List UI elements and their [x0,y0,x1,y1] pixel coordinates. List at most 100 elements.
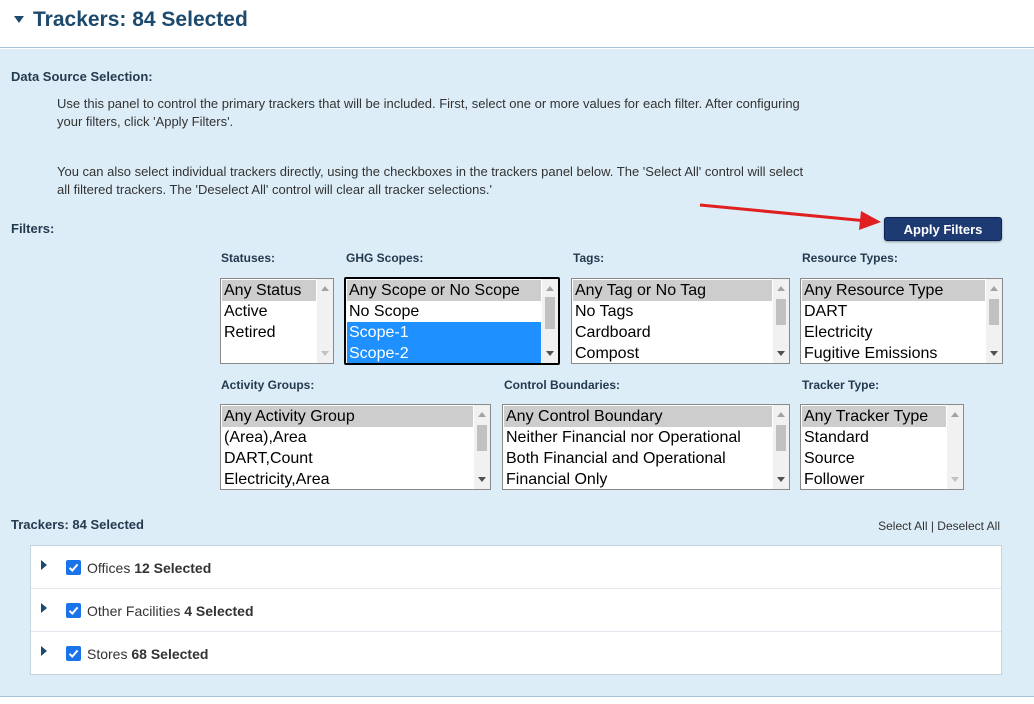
selection-links: Select All | Deselect All [878,519,1000,533]
scroll-up-icon[interactable] [990,286,998,291]
resource-types-label: Resource Types: [802,251,898,265]
listbox-option[interactable]: Neither Financial nor Operational [504,427,772,448]
listbox-scrollbar[interactable] [773,405,789,489]
listbox-option[interactable]: Fugitive Emissions [802,343,985,363]
scroll-thumb[interactable] [776,425,786,451]
data-source-label: Data Source Selection: [11,69,153,84]
section-title: Trackers: 84 Selected [33,8,248,31]
collapse-caret-icon[interactable] [14,16,24,23]
tracker-group-row[interactable]: Offices 12 Selected [31,546,1001,589]
listbox-scrollbar[interactable] [986,279,1002,363]
checkbox-checked-icon[interactable] [66,603,81,618]
listbox-option[interactable]: Any Resource Type [802,280,985,301]
ghg-scopes-label: GHG Scopes: [346,251,424,265]
resource-types-listbox[interactable]: Any Resource Type DART Electricity Fugit… [800,278,1003,364]
listbox-option[interactable]: Any Scope or No Scope [347,280,541,301]
scroll-up-icon[interactable] [321,286,329,291]
tracker-group-name: Other Facilities 4 Selected [87,603,254,619]
deselect-all-link[interactable]: Deselect All [937,519,1000,533]
instructions-paragraph-1: Use this panel to control the primary tr… [57,95,800,131]
listbox-option[interactable]: Any Tag or No Tag [573,280,772,301]
group-label: Stores [87,646,128,662]
listbox-option-selected[interactable]: Scope-2 [347,343,541,363]
control-boundaries-label: Control Boundaries: [504,378,620,392]
scroll-thumb[interactable] [776,299,786,325]
listbox-option[interactable]: Any Activity Group [222,406,473,427]
tags-label: Tags: [573,251,605,265]
tracker-type-listbox[interactable]: Any Tracker Type Standard Source Followe… [800,404,964,490]
scroll-up-icon[interactable] [546,286,554,291]
instructions-line: Use this panel to control the primary tr… [57,96,800,111]
listbox-scrollbar[interactable] [474,405,490,489]
expand-triangle-icon[interactable] [41,560,47,570]
scroll-down-icon[interactable] [321,351,329,356]
scroll-up-icon[interactable] [478,412,486,417]
apply-filters-button[interactable]: Apply Filters [884,217,1002,241]
statuses-listbox[interactable]: Any Status Active Retired [220,278,334,364]
listbox-option[interactable]: DART [802,301,985,322]
filter-panel: Data Source Selection: Use this panel to… [0,49,1034,697]
instructions-line: your filters, click 'Apply Filters'. [57,114,234,129]
listbox-option[interactable]: Standard [802,427,946,448]
expand-triangle-icon[interactable] [41,603,47,613]
listbox-option[interactable]: Cardboard [573,322,772,343]
listbox-option[interactable]: Electricity,Area [222,469,473,489]
listbox-scrollbar[interactable] [947,405,963,489]
scroll-down-icon[interactable] [777,477,785,482]
listbox-option[interactable]: DART,Count [222,448,473,469]
listbox-option[interactable]: Electricity [802,322,985,343]
listbox-scrollbar[interactable] [317,279,333,363]
listbox-option-selected[interactable]: Scope-1 [347,322,541,343]
group-label: Offices [87,560,131,576]
instructions-line: all filtered trackers. The 'Deselect All… [57,182,492,197]
listbox-scrollbar[interactable] [542,279,558,363]
link-separator: | [930,519,934,533]
listbox-option[interactable]: Any Status [222,280,316,301]
listbox-option[interactable]: No Scope [347,301,541,322]
ghg-scopes-listbox[interactable]: Any Scope or No Scope No Scope Scope-1 S… [344,277,560,365]
tracker-type-label: Tracker Type: [802,378,880,392]
scroll-up-icon[interactable] [777,286,785,291]
control-boundaries-listbox[interactable]: Any Control Boundary Neither Financial n… [502,404,790,490]
group-count: 68 Selected [131,646,209,662]
listbox-option[interactable]: Active [222,301,316,322]
tracker-group-row[interactable]: Other Facilities 4 Selected [31,589,1001,632]
scroll-down-icon[interactable] [478,477,486,482]
trackers-label: Trackers: 84 Selected [11,517,144,532]
listbox-option[interactable]: No Tags [573,301,772,322]
activity-groups-label: Activity Groups: [221,378,315,392]
listbox-option[interactable]: Financial Only [504,469,772,489]
statuses-label: Statuses: [221,251,276,265]
checkbox-checked-icon[interactable] [66,646,81,661]
checkbox-checked-icon[interactable] [66,560,81,575]
scroll-down-icon[interactable] [990,351,998,356]
scroll-thumb[interactable] [989,299,999,325]
scroll-down-icon[interactable] [951,477,959,482]
listbox-scrollbar[interactable] [773,279,789,363]
scroll-up-icon[interactable] [777,412,785,417]
expand-triangle-icon[interactable] [41,646,47,656]
select-all-link[interactable]: Select All [878,519,927,533]
listbox-option[interactable]: (Area),Area [222,427,473,448]
listbox-option[interactable]: Any Tracker Type [802,406,946,427]
tags-listbox[interactable]: Any Tag or No Tag No Tags Cardboard Comp… [571,278,790,364]
tracker-group-row[interactable]: Stores 68 Selected [31,632,1001,675]
section-header[interactable]: Trackers: 84 Selected [0,0,1034,48]
listbox-option[interactable]: Compost [573,343,772,363]
scroll-thumb[interactable] [477,425,487,451]
listbox-option[interactable]: Follower [802,469,946,489]
filters-label: Filters: [11,221,55,236]
group-count: 4 Selected [184,603,254,619]
scroll-up-icon[interactable] [951,412,959,417]
group-count: 12 Selected [134,560,212,576]
tracker-group-name: Offices 12 Selected [87,560,211,576]
listbox-option[interactable]: Retired [222,322,316,343]
listbox-option[interactable]: Both Financial and Operational [504,448,772,469]
trackers-tree: Offices 12 Selected Other Facilities 4 S… [30,545,1002,675]
listbox-option[interactable]: Any Control Boundary [504,406,772,427]
scroll-down-icon[interactable] [777,351,785,356]
scroll-thumb[interactable] [545,297,555,329]
listbox-option[interactable]: Source [802,448,946,469]
scroll-down-icon[interactable] [546,351,554,356]
activity-groups-listbox[interactable]: Any Activity Group (Area),Area DART,Coun… [220,404,491,490]
